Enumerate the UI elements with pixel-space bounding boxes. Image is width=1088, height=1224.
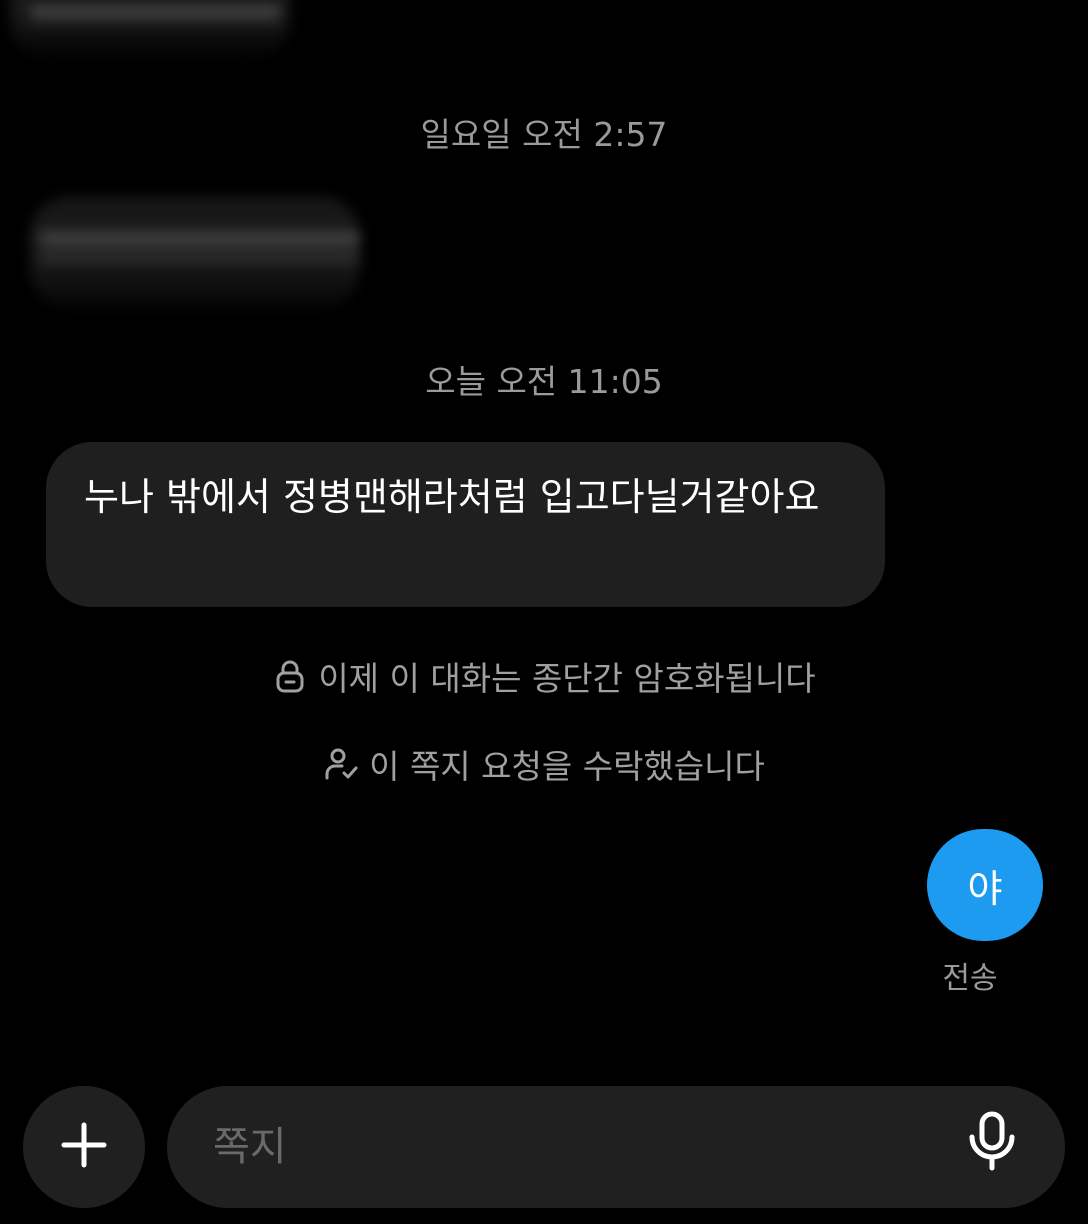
user-check-icon	[323, 746, 359, 782]
blurred-message-middle	[30, 196, 360, 308]
encryption-notice-text: 이제 이 대화는 종단간 암호화됩니다	[318, 659, 816, 698]
message-input[interactable]	[213, 1086, 933, 1224]
lock-icon	[272, 658, 308, 694]
request-accepted-notice: 이 쪽지 요청을 수락했습니다	[0, 740, 1088, 788]
encryption-notice: 이제 이 대화는 종단간 암호화됩니다	[0, 652, 1088, 700]
add-attachment-button[interactable]	[23, 1086, 145, 1208]
plus-icon	[60, 1121, 108, 1173]
voice-message-button[interactable]	[957, 1108, 1027, 1178]
received-message-bubble[interactable]: 누나 밖에서 정병맨해라처럼 입고다닐거같아요	[46, 442, 885, 607]
sent-status-label: 전송	[942, 961, 998, 996]
request-accepted-text: 이 쪽지 요청을 수락했습니다	[369, 747, 765, 786]
blurred-message-top	[10, 0, 290, 60]
message-composer	[167, 1086, 1065, 1224]
timestamp-today: 오늘 오전 11:05	[425, 362, 663, 401]
sent-message-bubble[interactable]: 야	[927, 829, 1043, 941]
sent-message-text: 야	[967, 866, 1003, 911]
timestamp-sunday: 일요일 오전 2:57	[420, 115, 668, 154]
received-message-text: 누나 밖에서 정병맨해라처럼 입고다닐거같아요	[84, 475, 820, 519]
microphone-icon	[965, 1111, 1019, 1175]
